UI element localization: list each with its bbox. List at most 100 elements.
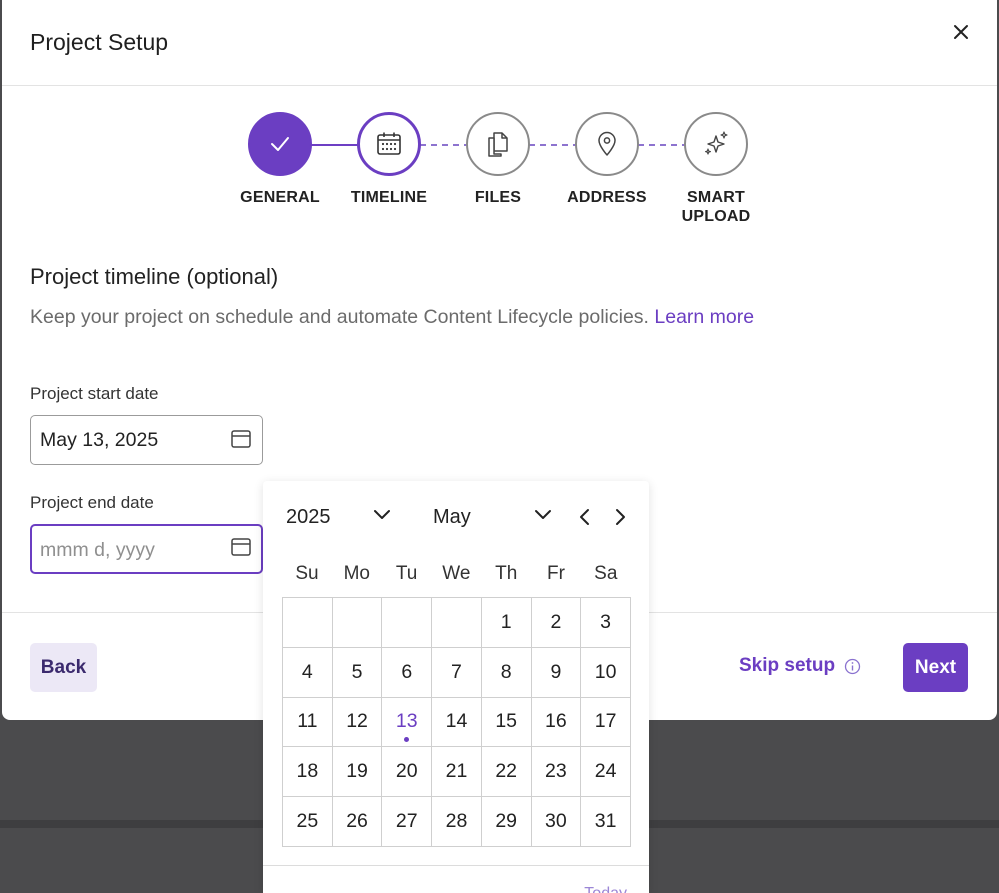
step-timeline[interactable]: TIMELINE [329,112,449,207]
date-picker-popover: 2025 May Su Mo Tu We Th Fr Sa 1 2 3 4 5 6 7 8 9 10 11 12 1… [263,481,649,893]
calendar-week-row: 4 5 6 7 8 9 10 [282,646,631,698]
calendar-day[interactable]: 15 [480,696,532,748]
chevron-down-icon [535,510,551,519]
step-timeline-label: TIMELINE [350,189,428,206]
section-title: Project timeline (optional) [30,264,279,289]
calendar-day[interactable]: 4 [282,646,333,698]
calendar-day[interactable]: 14 [431,696,482,748]
end-date-field[interactable] [30,524,263,574]
month-select[interactable]: May [433,501,552,533]
previous-month-button[interactable] [574,505,594,529]
skip-setup-link[interactable]: Skip setup [739,655,861,677]
files-icon [488,132,508,157]
step-address-circle [575,112,639,176]
weekday-header: We [442,563,471,584]
calendar-day[interactable]: 29 [480,796,532,847]
info-icon[interactable] [844,658,861,675]
calendar-day[interactable]: 2 [530,597,582,648]
calendar-day-today[interactable]: 13 [381,696,433,748]
end-date-calendar-button[interactable] [230,536,252,558]
year-select[interactable]: 2025 [286,501,391,533]
calendar-day[interactable]: 12 [331,696,383,748]
calendar-day[interactable]: 6 [381,646,433,698]
setup-stepper: GENERAL TIMELINE FILES ADDRESS SMART UPL… [2,112,997,232]
start-date-field[interactable]: May 13, 2025 [30,415,263,465]
weekday-header: Th [495,563,518,584]
calendar-day[interactable]: 18 [282,746,333,798]
step-general[interactable]: GENERAL [220,112,340,207]
calendar-week-row: 25 26 27 28 29 30 31 [282,796,631,847]
calendar-day[interactable]: 25 [282,796,333,847]
calendar-day[interactable]: 24 [580,746,631,798]
start-date-calendar-button[interactable] [230,428,252,450]
learn-more-link[interactable]: Learn more [654,306,754,328]
calendar-day[interactable]: 30 [530,796,582,847]
today-button[interactable]: Today [584,885,627,893]
next-button[interactable]: Next [903,643,968,692]
calendar-day[interactable]: 22 [480,746,532,798]
step-smart-upload-label-line1: SMART [687,189,745,206]
calendar-grid: 1 2 3 4 5 6 7 8 9 10 11 12 13 14 15 16 17 18 19 20 21 22 23 24 2… [282,597,631,847]
dialog-title: Project Setup [30,29,169,55]
start-date-label: Project start date [30,384,159,403]
end-date-input[interactable] [40,536,220,564]
step-smart-upload[interactable]: SMART UPLOAD [656,112,776,226]
calendar-day[interactable]: 17 [580,696,631,748]
back-button[interactable]: Back [30,643,97,692]
calendar-day[interactable]: 31 [580,796,631,847]
close-icon [954,25,968,39]
calendar-day[interactable]: 3 [580,597,631,648]
chevron-down-icon [374,510,390,519]
sparkle-icon [704,131,728,155]
calendar-day[interactable]: 28 [431,796,482,847]
calendar-week-row: 11 12 13 14 15 16 17 [282,696,631,748]
year-select-value: 2025 [286,505,331,528]
step-timeline-circle [357,112,421,176]
end-date-label: Project end date [30,493,154,512]
calendar-day[interactable]: 8 [480,646,532,698]
step-address-label: ADDRESS [567,189,647,206]
calendar-empty-cell [381,597,433,648]
weekday-header: Sa [594,563,618,584]
calendar-day[interactable]: 10 [580,646,631,698]
calendar-footer-divider [263,865,649,866]
calendar-week-row: 18 19 20 21 22 23 24 [282,746,631,798]
weekday-header: Tu [395,563,418,584]
weekday-header: Mo [343,563,370,584]
calendar-empty-cell [282,597,333,648]
calendar-icon [377,132,401,155]
step-general-label: GENERAL [240,189,320,206]
start-date-value: May 13, 2025 [40,429,159,451]
calendar-icon [231,430,251,448]
weekday-header: Su [295,563,319,584]
calendar-day[interactable]: 7 [431,646,482,698]
calendar-day[interactable]: 27 [381,796,433,847]
calendar-day[interactable]: 23 [530,746,582,798]
calendar-icon [231,538,251,556]
calendar-empty-cell [431,597,482,648]
calendar-day[interactable]: 19 [331,746,383,798]
step-smart-upload-circle [684,112,748,176]
calendar-day[interactable]: 11 [282,696,333,748]
step-files[interactable]: FILES [438,112,558,207]
section-description-text: Keep your project on schedule and automa… [30,306,649,328]
section-description: Keep your project on schedule and automa… [30,306,754,329]
calendar-day[interactable]: 20 [381,746,433,798]
check-icon [271,137,289,151]
chevron-right-icon [616,509,625,525]
dialog-header: Project Setup [2,0,997,86]
calendar-day[interactable]: 5 [331,646,383,698]
calendar-day[interactable]: 21 [431,746,482,798]
calendar-day[interactable]: 16 [530,696,582,748]
calendar-day[interactable]: 1 [480,597,532,648]
calendar-day[interactable]: 26 [331,796,383,847]
calendar-day[interactable]: 9 [530,646,582,698]
step-files-circle [466,112,530,176]
step-files-label: FILES [474,189,522,206]
skip-setup-label: Skip setup [739,655,836,676]
close-button[interactable] [947,18,975,46]
step-address[interactable]: ADDRESS [547,112,667,207]
chevron-left-icon [580,509,589,525]
next-month-button[interactable] [611,505,631,529]
weekday-header: Fr [547,563,565,584]
